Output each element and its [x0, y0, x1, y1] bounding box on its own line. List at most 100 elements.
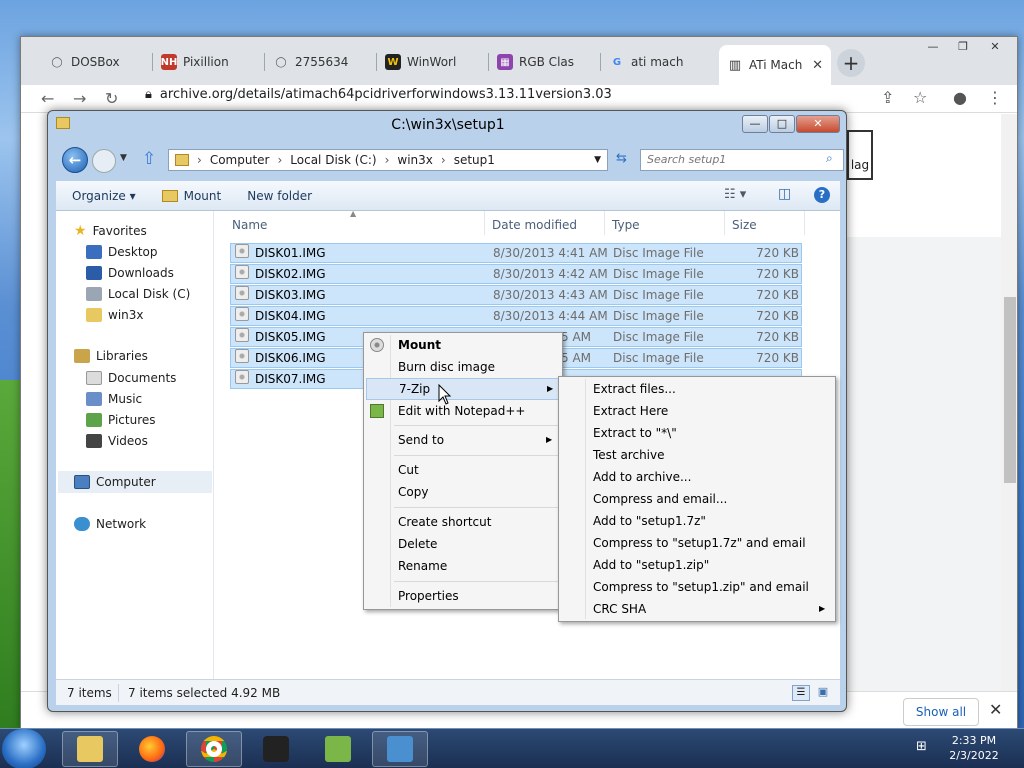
- menu-crc-sha[interactable]: CRC SHA ▶: [561, 598, 833, 620]
- nav-music[interactable]: Music: [86, 392, 142, 406]
- tab-rgb-classic[interactable]: ▦ RGB Clas: [489, 47, 601, 77]
- menu-edit-with-notepad[interactable]: Edit with Notepad++: [366, 400, 560, 422]
- share-icon[interactable]: ⇪: [881, 88, 894, 107]
- menu-delete[interactable]: Delete: [366, 533, 560, 555]
- recent-pages-chevron-icon[interactable]: ▼: [120, 153, 127, 163]
- search-input[interactable]: Search setup1: [640, 149, 844, 171]
- menu-send-to[interactable]: Send to ▶: [366, 429, 560, 451]
- search-icon: ⌕: [826, 151, 833, 165]
- menu-compress-and-email[interactable]: Compress and email...: [561, 488, 833, 510]
- menu-properties[interactable]: Properties: [366, 585, 560, 607]
- menu-extract-here[interactable]: Extract Here: [561, 400, 833, 422]
- file-row[interactable]: DISK02.IMG 8/30/2013 4:42 AM Disc Image Fi…: [230, 264, 802, 284]
- taskbar-dosbox[interactable]: [248, 731, 304, 767]
- file-row[interactable]: DISK04.IMG 8/30/2013 4:44 AM Disc Image Fi…: [230, 306, 802, 326]
- view-options-icon[interactable]: ☷ ▾: [724, 187, 746, 202]
- menu-7zip[interactable]: 7-Zip ▶: [366, 378, 560, 400]
- menu-dots-icon[interactable]: ⋮: [987, 88, 1003, 107]
- menu-test-archive[interactable]: Test archive: [561, 444, 833, 466]
- menu-mount[interactable]: Mount: [366, 334, 560, 356]
- profile-icon[interactable]: ●: [953, 88, 967, 107]
- menu-compress-7z-email[interactable]: Compress to "setup1.7z" and email: [561, 532, 833, 554]
- nav-favorites[interactable]: ★ Favorites: [74, 223, 147, 239]
- tab-2755634[interactable]: ◯ 2755634: [265, 47, 377, 77]
- tab-pixillion[interactable]: NH Pixillion: [153, 47, 265, 77]
- address-bar[interactable]: 🔒︎ archive.org/details/atimach64pcidriver…: [145, 87, 612, 102]
- network-tray-icon[interactable]: ⊞: [916, 739, 927, 754]
- menu-copy[interactable]: Copy: [366, 481, 560, 503]
- back-arrow-icon[interactable]: ←: [41, 89, 54, 108]
- tab-google-search[interactable]: Gati mach: [601, 47, 713, 77]
- close-download-bar-icon[interactable]: ✕: [989, 700, 1002, 719]
- column-type[interactable]: Type: [612, 215, 640, 235]
- nav-documents[interactable]: Documents: [86, 371, 176, 385]
- menu-create-shortcut[interactable]: Create shortcut: [366, 511, 560, 533]
- show-all-button[interactable]: Show all: [903, 698, 979, 726]
- start-button[interactable]: [2, 729, 46, 768]
- tab-dosbox[interactable]: ◯ DOSBox: [41, 47, 153, 77]
- breadcrumb-setup1[interactable]: setup1: [454, 153, 495, 167]
- new-folder-button[interactable]: New folder: [247, 189, 312, 203]
- page-scrollbar-thumb[interactable]: [1004, 297, 1016, 483]
- refresh-icon[interactable]: ⇆: [616, 151, 627, 166]
- details-view-icon[interactable]: ☰: [792, 685, 810, 701]
- menu-extract-files[interactable]: Extract files...: [561, 378, 833, 400]
- nav-local-disk[interactable]: Local Disk (C): [86, 287, 190, 301]
- forward-arrow-icon[interactable]: →: [73, 89, 86, 108]
- taskbar-firefox[interactable]: [124, 731, 180, 767]
- menu-compress-zip-email[interactable]: Compress to "setup1.zip" and email: [561, 576, 833, 598]
- forward-button[interactable]: [92, 149, 116, 173]
- reload-icon[interactable]: ↻: [105, 89, 118, 108]
- chrome-minimize-button[interactable]: —: [919, 41, 947, 55]
- menu-add-to-archive[interactable]: Add to archive...: [561, 466, 833, 488]
- organize-button[interactable]: Organize ▾: [72, 189, 136, 203]
- menu-extract-to[interactable]: Extract to "*\": [561, 422, 833, 444]
- nav-win3x[interactable]: win3x: [86, 308, 144, 322]
- taskbar-chrome[interactable]: [186, 731, 242, 767]
- new-tab-button[interactable]: +: [837, 49, 865, 77]
- chrome-close-button[interactable]: ✕: [981, 41, 1009, 55]
- menu-burn-disc-image[interactable]: Burn disc image: [366, 356, 560, 378]
- tab-ati-mach-active[interactable]: ▥ ATi Mach ✕: [719, 45, 831, 85]
- preview-pane-icon[interactable]: ◫: [778, 186, 791, 202]
- maximize-button[interactable]: □: [769, 115, 795, 133]
- back-button[interactable]: ←: [62, 147, 88, 173]
- address-dropdown-icon[interactable]: ▼: [594, 155, 601, 165]
- taskbar-notepad[interactable]: [310, 731, 366, 767]
- tab-winworld[interactable]: W WinWorl: [377, 47, 489, 77]
- help-icon[interactable]: ?: [814, 187, 830, 203]
- system-clock[interactable]: 2:33 PM 2/3/2022: [944, 733, 1004, 763]
- nav-pictures[interactable]: Pictures: [86, 413, 156, 427]
- column-size[interactable]: Size: [732, 215, 757, 235]
- nav-videos[interactable]: Videos: [86, 434, 148, 448]
- minimize-button[interactable]: —: [742, 115, 768, 133]
- menu-add-to-7z[interactable]: Add to "setup1.7z": [561, 510, 833, 532]
- address-breadcrumb[interactable]: › Computer › Local Disk (C:) › win3x › s…: [168, 149, 608, 171]
- column-date[interactable]: Date modified: [492, 215, 577, 235]
- column-name[interactable]: Name: [232, 215, 267, 235]
- breadcrumb-win3x[interactable]: win3x: [397, 153, 433, 167]
- nav-computer[interactable]: Computer: [74, 475, 156, 489]
- nav-desktop[interactable]: Desktop: [86, 245, 158, 259]
- large-icons-view-icon[interactable]: ▣: [814, 685, 832, 701]
- taskbar-explorer[interactable]: [62, 731, 118, 767]
- flag-button[interactable]: lag: [847, 130, 873, 180]
- menu-add-to-zip[interactable]: Add to "setup1.zip": [561, 554, 833, 576]
- close-button[interactable]: ✕: [796, 115, 840, 133]
- menu-rename[interactable]: Rename: [366, 555, 560, 577]
- nav-libraries[interactable]: Libraries: [74, 349, 148, 363]
- bookmark-star-icon[interactable]: ☆: [913, 88, 927, 107]
- nav-downloads[interactable]: Downloads: [86, 266, 174, 280]
- breadcrumb-computer[interactable]: Computer: [210, 153, 270, 167]
- chrome-maximize-button[interactable]: ❐: [949, 41, 977, 55]
- breadcrumb-local-disk[interactable]: Local Disk (C:): [290, 153, 376, 167]
- file-row[interactable]: DISK01.IMG 8/30/2013 4:41 AM Disc Image Fi…: [230, 243, 802, 263]
- menu-cut[interactable]: Cut: [366, 459, 560, 481]
- mount-button[interactable]: Mount: [161, 189, 221, 203]
- close-tab-icon[interactable]: ✕: [812, 58, 823, 73]
- file-row[interactable]: DISK03.IMG 8/30/2013 4:43 AM Disc Image Fi…: [230, 285, 802, 305]
- taskbar-screenshot-tool[interactable]: [372, 731, 428, 767]
- status-bar: 7 items 7 items selected 4.92 MB ☰ ▣: [56, 679, 840, 705]
- up-arrow-icon[interactable]: ⇧: [142, 149, 156, 169]
- nav-network[interactable]: Network: [74, 517, 146, 531]
